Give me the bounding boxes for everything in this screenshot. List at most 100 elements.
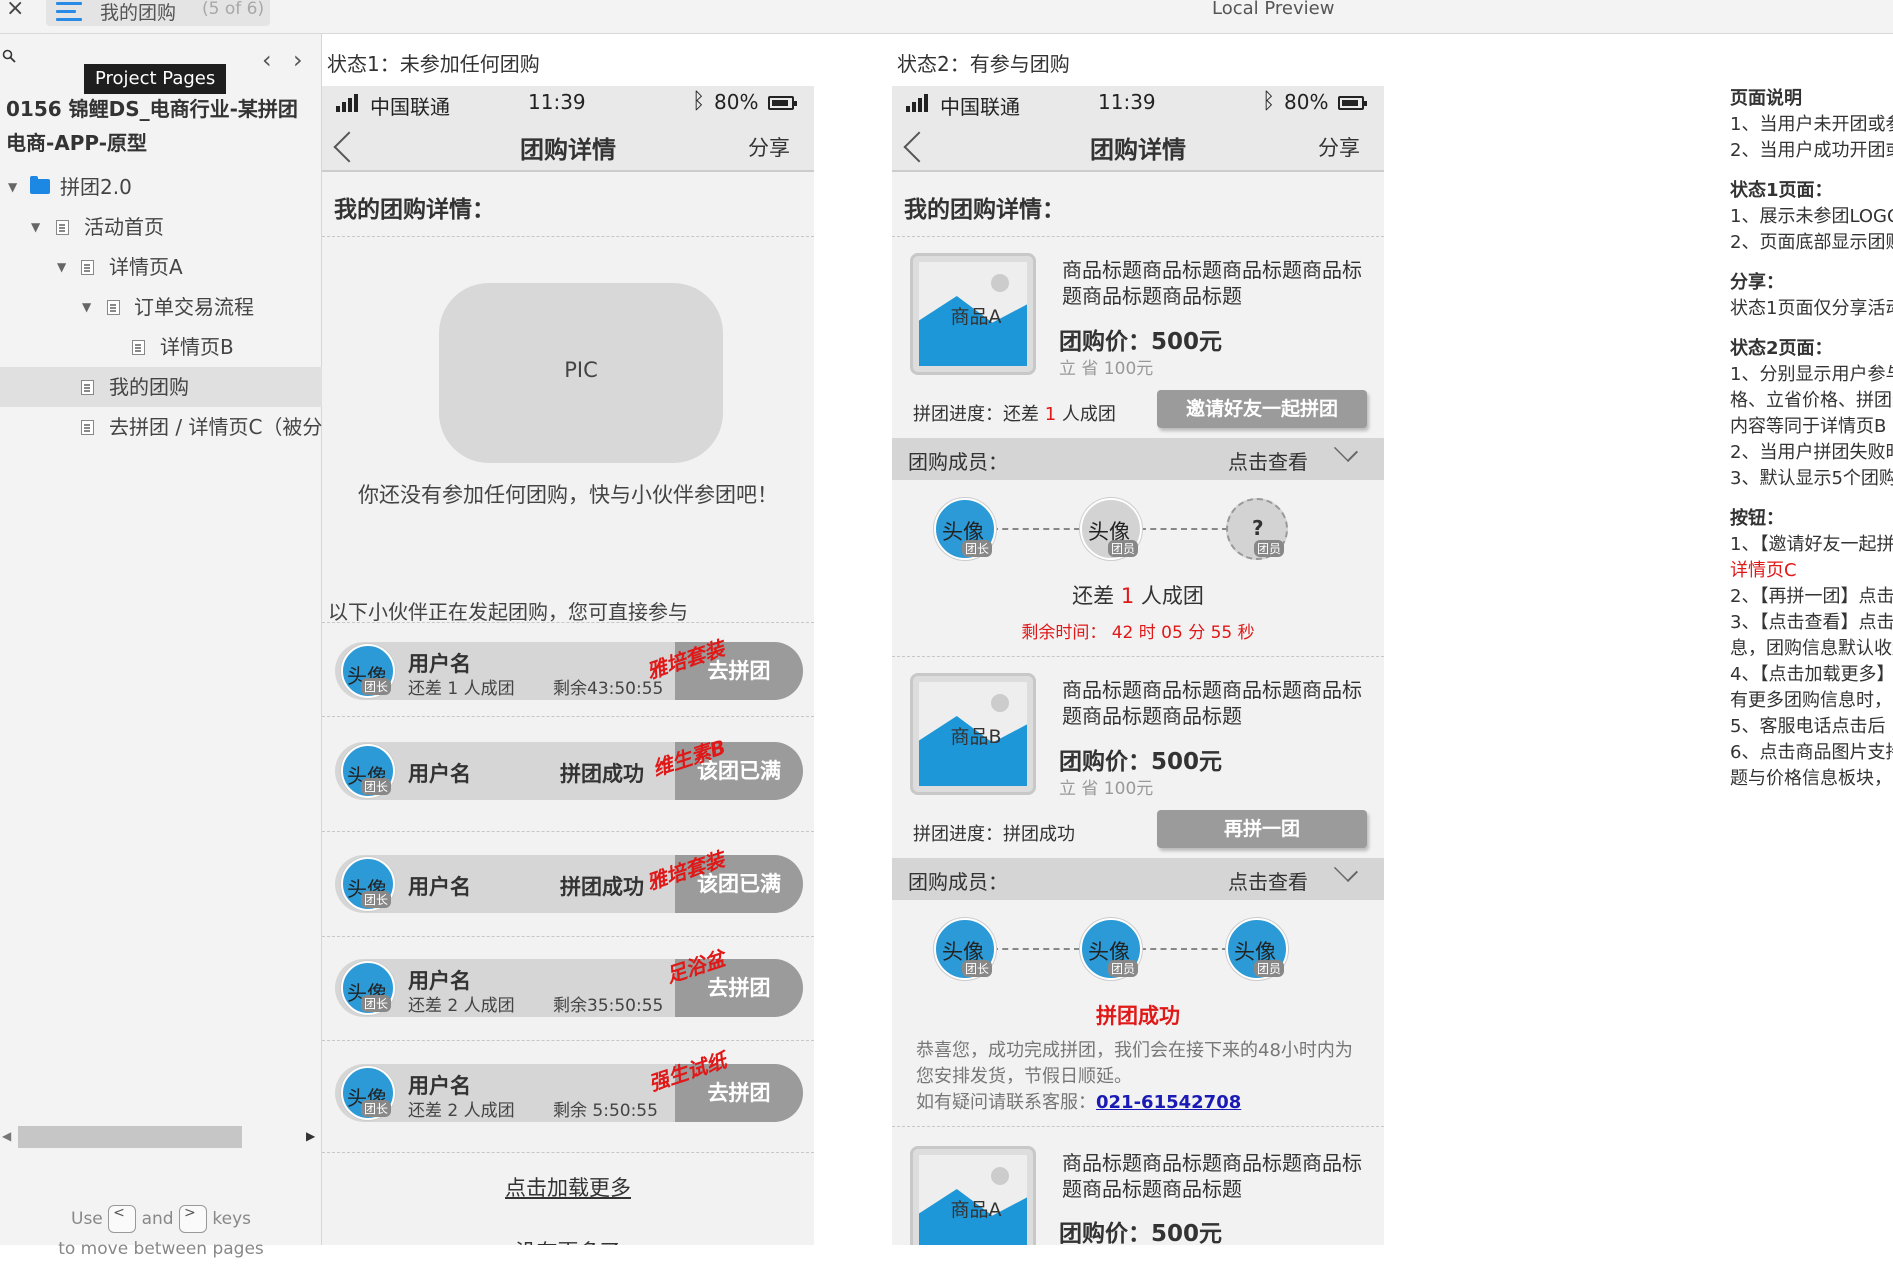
product-price: 团购价：500元 [1059, 749, 1223, 775]
progress-number: 1 [1044, 404, 1057, 425]
bluetooth-icon: ᛒ [1262, 89, 1276, 114]
note-line: 1、【邀请好友一起拼团】点击跳转至 [1730, 534, 1893, 555]
note-line: 内容等同于详情页B [1730, 416, 1887, 437]
nav-bar: 团购详情 分享 [892, 122, 1384, 172]
regroup-button[interactable]: 再拼一团 [1157, 810, 1367, 848]
chevron-down-icon[interactable] [1333, 857, 1359, 883]
note-line: 6、点击商品图片支持跳转，标 [1730, 742, 1893, 763]
sidebar-item-page[interactable]: ▼ 详情页A [0, 247, 322, 287]
page-icon [132, 340, 145, 355]
page-icon [81, 380, 94, 395]
bluetooth-icon: ᛒ [692, 89, 706, 114]
keyboard-hint: Use < and > keys to move between pages [0, 1204, 322, 1264]
right-key-icon: > [178, 1205, 207, 1233]
sidebar-item-page[interactable]: ▼ 订单交易流程 [0, 287, 322, 327]
expand-arrow-icon[interactable]: ▼ [82, 287, 91, 327]
sidebar-item-page[interactable]: 去拼团 / 详情页C（被分享页） [0, 407, 322, 447]
phone-state2: 中国联通 11:39 ᛒ 80% 团购详情 分享 我的团购详情： 商品A 商品标… [892, 86, 1384, 1245]
sidebar-item-label: 拼团2.0 [60, 175, 132, 199]
service-phone-link[interactable]: 021-61542708 [1096, 1092, 1241, 1113]
connector-line [1140, 948, 1228, 950]
congrats-text: 恭喜您，成功完成拼团，我们会在接下来的48小时内为您安排发货，节假日顺延。 [916, 1040, 1353, 1087]
group-success: 拼团成功 [560, 875, 644, 899]
group-row[interactable]: 头像 团长 用户名 还差 2 人成团 剩余35:50:55 去拼团 足浴盆 [335, 946, 803, 1017]
product-save: 立 省 100元 [1059, 359, 1154, 379]
product-image-label: 商品B [950, 726, 1002, 748]
share-button[interactable]: 分享 [748, 132, 790, 162]
sidebar-item-label: 活动首页 [84, 215, 164, 239]
divider [322, 936, 814, 937]
note-line: 1、分别显示用户参与的团购商品标题、价 [1730, 364, 1893, 385]
product-image[interactable]: 商品B [910, 673, 1036, 795]
product-price: 团购价：500元 [1059, 329, 1223, 355]
clock: 11:39 [528, 90, 586, 114]
divider [892, 1126, 1384, 1127]
expand-arrow-icon[interactable]: ▼ [8, 167, 17, 207]
menu-icon[interactable] [56, 2, 82, 21]
hint-use: Use [71, 1209, 103, 1229]
progress-label: 拼团进度： [913, 824, 1003, 845]
load-more-link[interactable]: 点击加载更多 [322, 1172, 814, 1202]
product-save: 立 省 100元 [1059, 779, 1154, 799]
sidebar-item-label: 详情页A [109, 255, 183, 279]
leader-tag: 团长 [962, 540, 993, 557]
expand-arrow-icon[interactable]: ▼ [31, 207, 40, 247]
search-icon[interactable] [2, 49, 16, 63]
invite-friends-button[interactable]: 邀请好友一起拼团 [1157, 390, 1367, 428]
connector-line [992, 528, 1080, 530]
status-text: 还差 [1072, 584, 1121, 608]
group-row[interactable]: 头像 团长 用户名 还差 1 人成团 剩余43:50:55 去拼团 雅培套装 [335, 636, 803, 700]
empty-message: 你还没有参加任何团购，快与小伙伴参团吧！ [358, 483, 778, 507]
share-button[interactable]: 分享 [1318, 132, 1360, 162]
group-row[interactable]: 头像 团长 用户名 拼团成功 该团已满 雅培套装 [335, 847, 803, 913]
close-icon[interactable]: × [6, 0, 24, 20]
note-line: 3、【点击查看】点击展开团员信 [1730, 612, 1893, 633]
note-line: 分享： [1730, 272, 1784, 293]
note-line: 有更多团购信息时， [1730, 690, 1892, 711]
join-hint: 以下小伙伴正在发起团购，您可直接参与 [328, 600, 688, 624]
sidebar-item-page[interactable]: 详情页B [0, 327, 322, 367]
avatar-leader: 头像 团长 [934, 918, 996, 980]
scroll-left-icon[interactable]: ◀ [2, 1129, 11, 1143]
group-row[interactable]: 头像 团长 用户名 拼团成功 该团已满 维生素B [335, 735, 803, 800]
group-progress: 拼团进度：还差 1 人成团 [913, 400, 1116, 426]
sidebar-item-folder[interactable]: ▼ 拼团2.0 [0, 167, 322, 207]
note-line: 页面说明 [1730, 88, 1802, 109]
group-row[interactable]: 头像 团长 用户名 还差 2 人成团 剩余 5:50:55 去拼团 强生试纸 [335, 1048, 803, 1122]
product-title[interactable]: 商品标题商品标题商品标题商品标题商品标题商品标题 [1062, 257, 1372, 309]
view-members-button[interactable]: 点击查看 [1228, 446, 1308, 475]
divider [892, 236, 1384, 237]
connector-line [1140, 528, 1228, 530]
members-bar[interactable]: 团购成员： 点击查看 [892, 857, 1384, 900]
sidebar-item-page-selected[interactable]: 我的团购 [0, 367, 322, 407]
carrier: 中国联通 [370, 95, 450, 119]
group-time: 剩余 5:50:55 [553, 1101, 658, 1121]
page-icon [56, 220, 69, 235]
note-line: 按钮： [1730, 508, 1784, 529]
group-remaining: 还差 1 人成团 [408, 679, 515, 699]
product-title[interactable]: 商品标题商品标题商品标题商品标题商品标题商品标题 [1062, 1150, 1372, 1202]
view-members-button[interactable]: 点击查看 [1228, 866, 1308, 895]
note-line: 3、默认显示5个团购 [1730, 468, 1893, 489]
product-image[interactable]: 商品A [910, 253, 1036, 375]
members-bar[interactable]: 团购成员： 点击查看 [892, 437, 1384, 480]
scrollbar-thumb[interactable] [18, 1126, 242, 1148]
page-notes: 页面说明 1、当用户未开团或参团时，显示状态1页面 2、当用户成功开团或参团后，显示… [1730, 86, 1893, 792]
sidebar-item-page[interactable]: ▼ 活动首页 [0, 207, 322, 247]
note-line: 状态1页面仅分享活动首页 [1730, 298, 1893, 319]
chevron-down-icon[interactable] [1333, 437, 1359, 463]
divider [322, 622, 814, 623]
next-page-icon[interactable]: › [293, 46, 303, 74]
congrats-message: 恭喜您，成功完成拼团，我们会在接下来的48小时内为您安排发货，节假日顺延。 如有… [916, 1038, 1366, 1116]
note-line: 4、【点击加载更多】点击后， [1730, 664, 1893, 685]
current-page-name: 我的团购 [100, 2, 177, 24]
product-title[interactable]: 商品标题商品标题商品标题商品标题商品标题商品标题 [1062, 677, 1372, 729]
note-line: 2、页面底部显示团购信息 [1730, 232, 1893, 253]
phone-state1: 中国联通 11:39 ᛒ 80% 团购详情 分享 我的团购详情： PIC 你还没… [322, 86, 814, 1245]
progress-text: 拼团成功 [1003, 824, 1075, 845]
product-image[interactable]: 商品A [910, 1146, 1036, 1245]
group-remaining: 还差 2 人成团 [408, 1101, 515, 1121]
prev-page-icon[interactable]: ‹ [262, 46, 272, 74]
scroll-right-icon[interactable]: ▶ [306, 1129, 315, 1143]
expand-arrow-icon[interactable]: ▼ [57, 247, 66, 287]
